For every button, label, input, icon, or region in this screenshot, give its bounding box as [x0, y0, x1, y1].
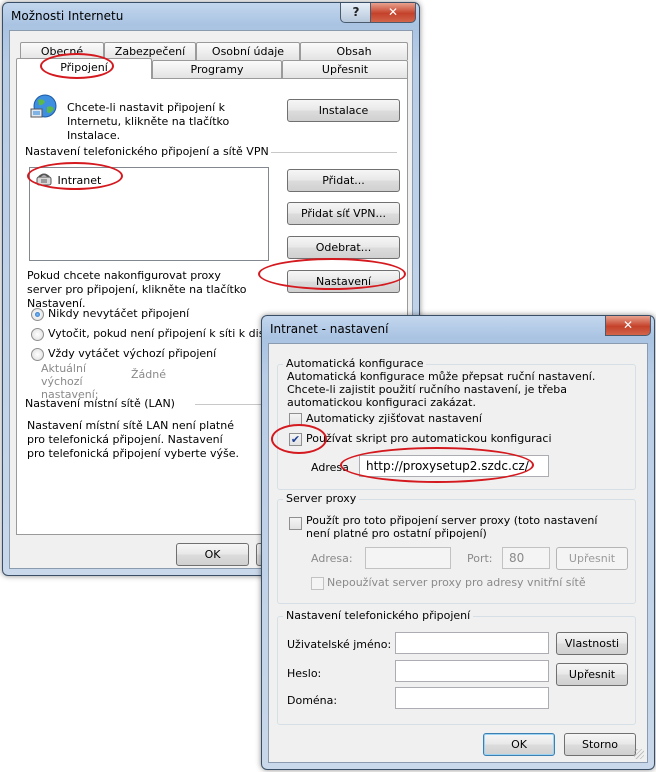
- use-script-checkbox[interactable]: ✔: [289, 433, 302, 446]
- tab-obsah[interactable]: Obsah: [300, 42, 408, 60]
- script-address-input[interactable]: http://proxysetup2.szdc.cz/: [359, 455, 549, 477]
- add-vpn-button[interactable]: Přidat síť VPN...: [287, 202, 400, 225]
- username-label: Uživatelské jméno:: [287, 638, 392, 651]
- globe-network-icon: [30, 94, 57, 118]
- auto-config-description: Automatická konfigurace může přepsat ruč…: [287, 370, 596, 409]
- setup-text: Chcete-li nastavit připojení k Internetu…: [67, 101, 230, 142]
- radio-always-dial[interactable]: [31, 348, 44, 361]
- use-proxy-checkbox[interactable]: [289, 517, 302, 530]
- dialog-close-button[interactable]: ✕: [605, 316, 651, 336]
- use-proxy-label: Použít pro toto připojení server proxy (…: [306, 514, 598, 540]
- password-label: Heslo:: [287, 667, 322, 680]
- username-input[interactable]: [395, 632, 549, 654]
- settings-button[interactable]: Nastavení: [287, 270, 400, 293]
- auto-detect-checkbox[interactable]: [289, 413, 302, 426]
- lan-text: Nastavení místní sítě LAN není platné pr…: [27, 419, 239, 460]
- dialup-section-divider: [271, 152, 397, 153]
- add-connection-button[interactable]: Přidat...: [287, 169, 400, 192]
- window-title: Možnosti Internetu: [11, 9, 124, 23]
- proxy-group-title: Server proxy: [283, 492, 360, 505]
- proxy-advanced-button[interactable]: Upřesnit: [556, 547, 628, 570]
- proxy-address-label: Adresa:: [311, 552, 353, 565]
- settings-text: Pokud chcete nakonfigurovat proxy server…: [27, 269, 247, 310]
- tab-upresnit[interactable]: Upřesnit: [282, 60, 408, 78]
- auto-config-title: Automatická konfigurace: [283, 357, 427, 370]
- remove-connection-button[interactable]: Odebrat...: [287, 236, 400, 259]
- close-button[interactable]: ✕: [370, 3, 416, 23]
- connections-list[interactable]: Intranet: [29, 167, 269, 261]
- dialog-title: Intranet - nastavení: [270, 322, 389, 336]
- dialog-ok-button[interactable]: OK: [483, 733, 555, 756]
- setup-button[interactable]: Instalace: [287, 99, 400, 122]
- dialog-cancel-button[interactable]: Storno: [564, 733, 636, 756]
- domain-label: Doména:: [287, 694, 338, 707]
- bypass-local-label: Nepoužívat server proxy pro adresy vnitř…: [327, 576, 586, 589]
- script-address-label: Adresa: [311, 461, 349, 474]
- tab-osobni-udaje[interactable]: Osobní údaje: [196, 42, 300, 60]
- radio-always-dial-label: Vždy vytáčet výchozí připojení: [48, 347, 217, 360]
- dialog-client-area: Automatická konfigurace Automatická konf…: [268, 343, 648, 763]
- use-script-label: Používat skript pro automatickou konfigu…: [306, 432, 552, 445]
- dialup-section-title: Nastavení telefonického připojení a sítě…: [25, 145, 269, 158]
- auto-detect-label: Automaticky zjišťovat nastavení: [306, 412, 482, 425]
- proxy-port-input[interactable]: 80: [502, 547, 550, 569]
- phone-connection-icon: [36, 173, 52, 186]
- tab-pripojeni[interactable]: Připojení: [16, 58, 152, 79]
- main-ok-button[interactable]: OK: [176, 543, 249, 566]
- radio-never-dial[interactable]: [31, 308, 44, 321]
- resize-grip[interactable]: [634, 749, 644, 759]
- proxy-port-label: Port:: [467, 552, 493, 565]
- domain-input[interactable]: [395, 687, 549, 709]
- dialup-advanced-button[interactable]: Upřesnit: [556, 663, 628, 686]
- dialup-settings-title: Nastavení telefonického připojení: [283, 609, 474, 622]
- bypass-local-checkbox[interactable]: [311, 577, 324, 590]
- connection-label: Intranet: [57, 174, 102, 187]
- help-button[interactable]: ?: [340, 3, 372, 23]
- radio-dial-when-no-network[interactable]: [31, 328, 44, 341]
- lan-section-title: Nastavení místní sítě (LAN): [25, 397, 175, 410]
- connection-item-intranet[interactable]: Intranet: [36, 172, 101, 188]
- proxy-address-input[interactable]: [365, 547, 451, 569]
- radio-never-dial-label: Nikdy nevytáčet připojení: [48, 307, 190, 320]
- current-default-label: Aktuální výchozí nastavení:: [41, 362, 99, 401]
- properties-button[interactable]: Vlastnosti: [556, 632, 628, 655]
- radio-dial-when-no-network-label: Vytočit, pokud není připojení k síti k d…: [48, 327, 297, 340]
- password-input[interactable]: [395, 660, 549, 682]
- intranet-settings-dialog: Intranet - nastavení ✕ Automatická konfi…: [261, 315, 655, 770]
- tab-programy[interactable]: Programy: [152, 60, 282, 78]
- current-default-value: Žádné: [131, 368, 166, 381]
